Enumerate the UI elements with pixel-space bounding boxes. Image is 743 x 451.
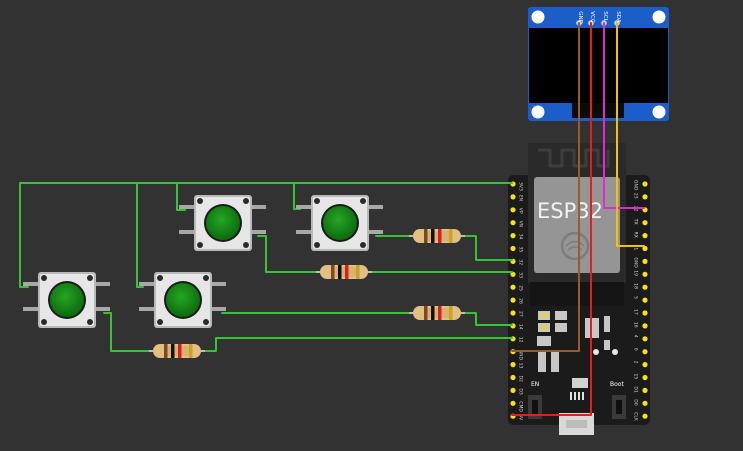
pin-label-left: 33	[518, 272, 524, 278]
push-button[interactable]	[23, 272, 110, 328]
oled-pin-label: SDA	[615, 11, 621, 23]
pin-label-right: 19	[633, 270, 639, 276]
pin-label-left: D3	[518, 388, 524, 394]
resistor[interactable]	[409, 229, 465, 243]
pin-label-right: 16	[633, 322, 639, 328]
pin-label-right: 17	[633, 309, 639, 315]
pin-label-left: 35	[518, 247, 524, 253]
esp32-pin-right[interactable]	[642, 258, 648, 264]
oled-pin-label: GND	[577, 11, 583, 24]
push-button[interactable]	[179, 195, 266, 251]
esp32-pin-left[interactable]	[510, 233, 516, 239]
en-label: EN	[531, 381, 539, 388]
esp32-pin-left[interactable]	[510, 284, 516, 290]
pin-label-right: 4	[633, 335, 639, 338]
resistor[interactable]	[409, 306, 465, 320]
esp32-pin-left[interactable]	[510, 245, 516, 252]
esp32-pin-right[interactable]	[642, 271, 648, 277]
pin-label-left: 14	[518, 324, 524, 330]
esp32-pin-right[interactable]	[642, 310, 648, 316]
pin-label-left: 25	[518, 285, 524, 291]
pin-label-right: D1	[633, 386, 639, 392]
esp32-pin-left[interactable]	[510, 297, 516, 303]
pin-label-right: TX	[633, 218, 639, 225]
resistor[interactable]	[316, 265, 372, 279]
pin-label-right: D0	[633, 399, 639, 405]
pin-label-left: D2	[518, 376, 524, 382]
esp32-pin-left[interactable]	[510, 310, 516, 316]
esp32-pin-right[interactable]	[642, 181, 648, 187]
oled-pin-label: SCL	[602, 11, 608, 22]
esp32-pin-left[interactable]	[510, 362, 516, 368]
pin-label-left: 27	[518, 311, 524, 317]
circuit-diagram: ESP32 EN Boot 3V3ENVPVN34353233252627141…	[19, 7, 669, 435]
pin-label-left: 34	[518, 234, 524, 240]
pin-label-left: VP	[518, 208, 524, 214]
esp32-pin-right[interactable]	[642, 233, 648, 239]
esp32-pin-left[interactable]	[510, 387, 516, 393]
esp32-pin-right[interactable]	[642, 400, 648, 406]
esp32-chip-label: ESP32	[537, 199, 603, 223]
pin-label-left: 3V3	[518, 182, 524, 191]
esp32-pin-left[interactable]	[510, 400, 516, 406]
pin-label-right: GND	[633, 180, 639, 191]
pin-label-right: RX	[633, 232, 639, 238]
pin-label-right: 15	[633, 374, 639, 380]
esp32-pin-left[interactable]	[510, 374, 516, 381]
pin-label-right: CLK	[633, 412, 639, 422]
pin-label-left: 26	[518, 298, 524, 304]
esp32-pin-right[interactable]	[642, 374, 648, 381]
push-button[interactable]	[296, 195, 383, 251]
esp32-pin-right[interactable]	[642, 413, 648, 419]
esp32-pin-right[interactable]	[642, 362, 648, 368]
pin-label-right: 0	[633, 348, 639, 351]
wire-button3-gpio33	[257, 235, 513, 273]
esp32-pin-right[interactable]	[642, 336, 648, 342]
resistor[interactable]	[149, 344, 205, 358]
esp32-pin-right[interactable]	[642, 387, 648, 393]
oled-pin-label: VCC	[589, 11, 595, 23]
esp32-pin-right[interactable]	[642, 297, 648, 303]
pin-label-right: 23	[633, 193, 639, 199]
push-button[interactable]	[139, 272, 226, 328]
esp32-pin-left[interactable]	[510, 194, 516, 200]
esp32-pin-right[interactable]	[642, 220, 648, 226]
pin-label-right: 5	[633, 296, 639, 299]
esp32-pin-right[interactable]	[642, 323, 648, 329]
oled-screen	[529, 28, 668, 103]
pin-label-left: VN	[518, 221, 524, 227]
esp32-pin-right[interactable]	[642, 284, 648, 290]
pin-label-right: GND	[633, 257, 639, 268]
pin-label-left: 13	[518, 363, 524, 369]
pin-label-left: 32	[518, 259, 524, 265]
wire-button2-gpio27	[221, 312, 513, 326]
esp32-pin-left[interactable]	[510, 220, 516, 226]
pin-label-left: CMD	[518, 401, 524, 412]
oled-display-module[interactable]: GND VCC SCL SDA	[528, 7, 669, 121]
pin-label-right: 18	[633, 283, 639, 289]
pin-label-right: 2	[633, 361, 639, 364]
esp32-pin-right[interactable]	[642, 349, 648, 355]
boot-label: Boot	[610, 381, 624, 388]
esp32-pin-right[interactable]	[642, 194, 648, 200]
pin-label-left: EN	[518, 195, 524, 201]
esp32-pin-left[interactable]	[510, 207, 516, 213]
pin-label-left: 12	[518, 337, 524, 343]
